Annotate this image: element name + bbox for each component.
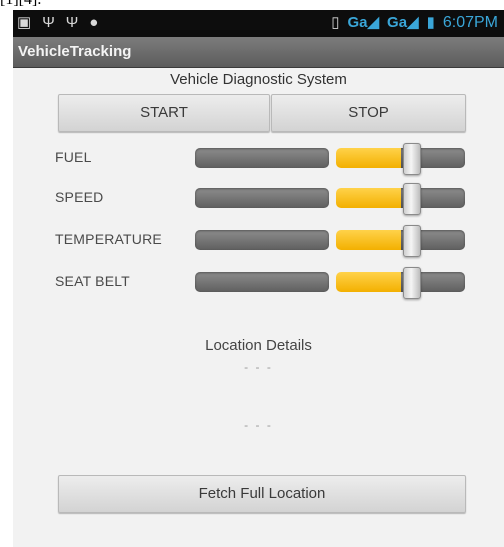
signal-icon: ◢ bbox=[407, 14, 419, 31]
fuel-label: FUEL bbox=[55, 149, 92, 165]
battery-icon: ▮ bbox=[426, 14, 435, 31]
temperature-slider[interactable] bbox=[195, 225, 465, 257]
slider-thumb[interactable] bbox=[403, 267, 421, 299]
app-title-bar: VehicleTracking bbox=[13, 37, 504, 68]
notification-icons: ▣ Ψ Ψ ● bbox=[17, 13, 98, 33]
location-line-2: - - - bbox=[244, 418, 273, 432]
speed-label: SPEED bbox=[55, 189, 104, 205]
slider-track bbox=[195, 148, 329, 168]
network-2-label: Ga bbox=[387, 14, 408, 31]
status-bar: ▣ Ψ Ψ ● ▯ Ga◢ Ga◢ ▮ 6:07PM bbox=[13, 10, 504, 37]
phone-screen: ▣ Ψ Ψ ● ▯ Ga◢ Ga◢ ▮ 6:07PM VehicleTracki… bbox=[13, 10, 504, 547]
speed-slider[interactable] bbox=[195, 183, 465, 215]
alarm-icon: ▯ bbox=[331, 14, 340, 31]
start-button[interactable]: START bbox=[58, 94, 270, 132]
slider-track bbox=[195, 230, 329, 250]
seat-belt-slider[interactable] bbox=[195, 267, 465, 299]
slider-track bbox=[195, 188, 329, 208]
temperature-label: TEMPERATURE bbox=[55, 231, 162, 247]
slider-thumb[interactable] bbox=[403, 143, 421, 175]
slider-fill bbox=[336, 188, 401, 208]
diagnostic-heading: Vehicle Diagnostic System bbox=[170, 71, 347, 88]
fetch-full-location-button[interactable]: Fetch Full Location bbox=[58, 475, 466, 513]
usb-icon: Ψ bbox=[42, 14, 55, 31]
slider-fill bbox=[336, 148, 401, 168]
seat-belt-label: SEAT BELT bbox=[55, 273, 130, 289]
image-notification-icon: ▣ bbox=[17, 14, 32, 31]
slider-fill bbox=[336, 272, 401, 292]
network-2-indicator: Ga◢ bbox=[387, 13, 419, 33]
fuel-slider[interactable] bbox=[195, 143, 465, 175]
system-icons: ▯ Ga◢ Ga◢ ▮ 6:07PM bbox=[331, 13, 498, 33]
location-title: Location Details bbox=[205, 337, 312, 354]
usb-icon: Ψ bbox=[65, 14, 79, 31]
network-1-indicator: Ga◢ bbox=[347, 13, 379, 33]
app-title: VehicleTracking bbox=[18, 43, 132, 60]
slider-track bbox=[195, 272, 329, 292]
chat-icon: ● bbox=[89, 14, 99, 31]
location-line-1: - - - bbox=[244, 360, 273, 374]
slider-thumb[interactable] bbox=[403, 225, 421, 257]
slider-thumb[interactable] bbox=[403, 183, 421, 215]
caption-strip: [1][4]. bbox=[0, 0, 504, 10]
signal-icon: ◢ bbox=[367, 14, 380, 31]
clock: 6:07PM bbox=[442, 14, 498, 31]
slider-fill bbox=[336, 230, 401, 250]
caption-text: [1][4]. bbox=[0, 0, 41, 9]
stop-button[interactable]: STOP bbox=[271, 94, 466, 132]
network-1-label: Ga bbox=[347, 14, 368, 31]
